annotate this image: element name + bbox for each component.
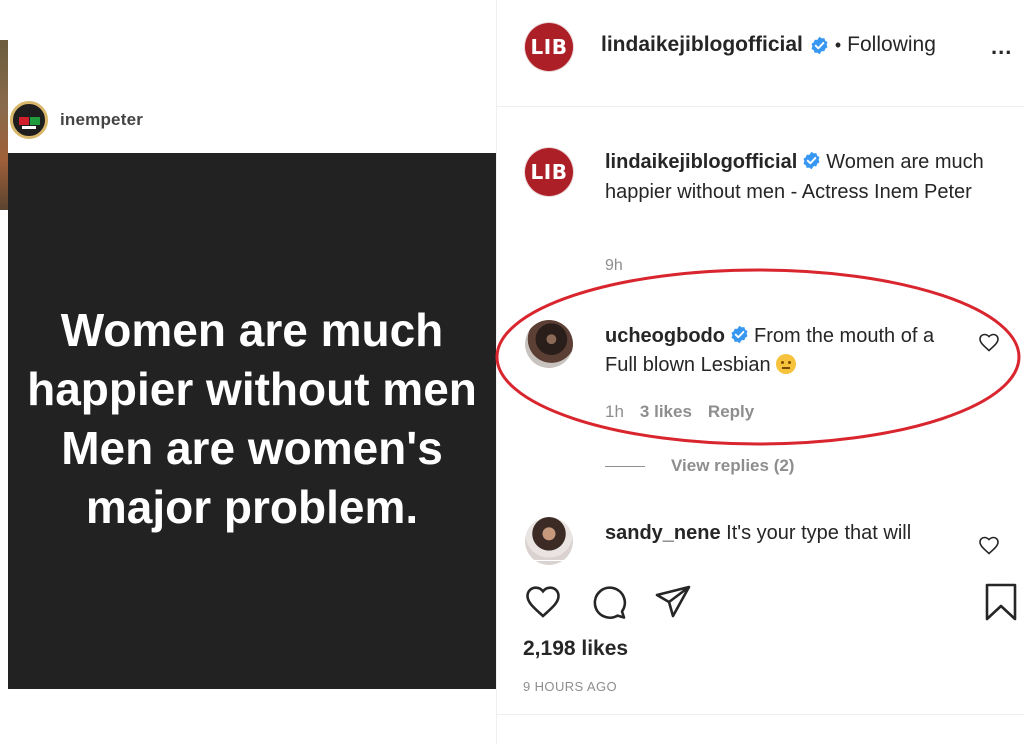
comment-bubble-icon[interactable]	[589, 582, 629, 622]
more-options-icon[interactable]: ...	[991, 34, 1012, 60]
post-image-line: happier without men	[27, 363, 477, 415]
comment-body: It's your type that will	[726, 522, 912, 544]
replies-divider-line	[605, 465, 645, 467]
commenter-avatar[interactable]	[525, 320, 573, 368]
caption-text: lindaikejiblogofficial Women are much hap…	[605, 147, 985, 207]
post-header: LIB lindaikejiblogofficial • Following .…	[497, 0, 1024, 107]
caption-username[interactable]: lindaikejiblogofficial	[605, 151, 797, 173]
post-age[interactable]: 9 HOURS AGO	[523, 679, 617, 694]
verified-badge-icon	[810, 36, 829, 55]
repost-username: inempeter	[60, 110, 144, 129]
save-bookmark-icon[interactable]	[981, 582, 1021, 622]
post-image-line: Men are women's	[61, 422, 443, 474]
view-replies-label: View replies (2)	[671, 456, 795, 475]
comment-like-heart-icon[interactable]	[977, 330, 1001, 354]
view-replies-button[interactable]: View replies (2)	[605, 456, 794, 476]
comment-text: ucheogbodo From the mouth of a Full blown…	[605, 322, 950, 380]
post-image-line: major problem.	[85, 481, 419, 533]
post-details-panel: LIB lindaikejiblogofficial • Following .…	[496, 0, 1024, 744]
comment-like-heart-icon[interactable]	[977, 533, 1001, 557]
post-media-panel: inempeter Women are much happier without…	[8, 0, 496, 744]
previous-post-thumbnail	[0, 40, 8, 210]
post-image[interactable]: Women are much happier without men Men a…	[8, 153, 496, 689]
author-info: lindaikejiblogofficial • Following	[601, 33, 936, 57]
verified-badge-icon	[730, 325, 749, 344]
author-avatar[interactable]: LIB	[525, 23, 573, 71]
like-heart-icon[interactable]	[523, 582, 563, 622]
post-image-text: Women are much happier without men Men a…	[27, 301, 477, 537]
verified-badge-icon	[802, 151, 821, 170]
comment-meta: 1h 3 likes Reply	[605, 402, 754, 422]
comment-timestamp[interactable]: 1h	[605, 402, 624, 422]
comment-text: sandy_nene It's your type that will	[605, 519, 950, 548]
caption-avatar[interactable]: LIB	[525, 148, 573, 196]
comment-likes[interactable]: 3 likes	[640, 402, 692, 422]
following-button[interactable]: Following	[847, 33, 936, 57]
commenter-username[interactable]: sandy_nene	[605, 522, 721, 544]
reply-button[interactable]: Reply	[708, 402, 754, 422]
likes-count[interactable]: 2,198 likes	[523, 637, 628, 661]
post-image-line: Women are much	[60, 304, 444, 356]
commenter-username[interactable]: ucheogbodo	[605, 325, 725, 347]
caption-timestamp[interactable]: 9h	[605, 257, 623, 275]
share-send-icon[interactable]	[653, 582, 693, 622]
bottom-divider	[497, 714, 1024, 715]
previous-post-edge	[0, 0, 8, 744]
repost-header: inempeter	[8, 95, 496, 145]
commenter-avatar[interactable]	[525, 517, 573, 565]
actions-divider	[497, 560, 1024, 561]
confused-face-emoji-icon	[776, 354, 797, 374]
separator-dot: •	[834, 34, 842, 55]
repost-avatar	[10, 101, 48, 139]
author-username[interactable]: lindaikejiblogofficial	[601, 33, 803, 57]
